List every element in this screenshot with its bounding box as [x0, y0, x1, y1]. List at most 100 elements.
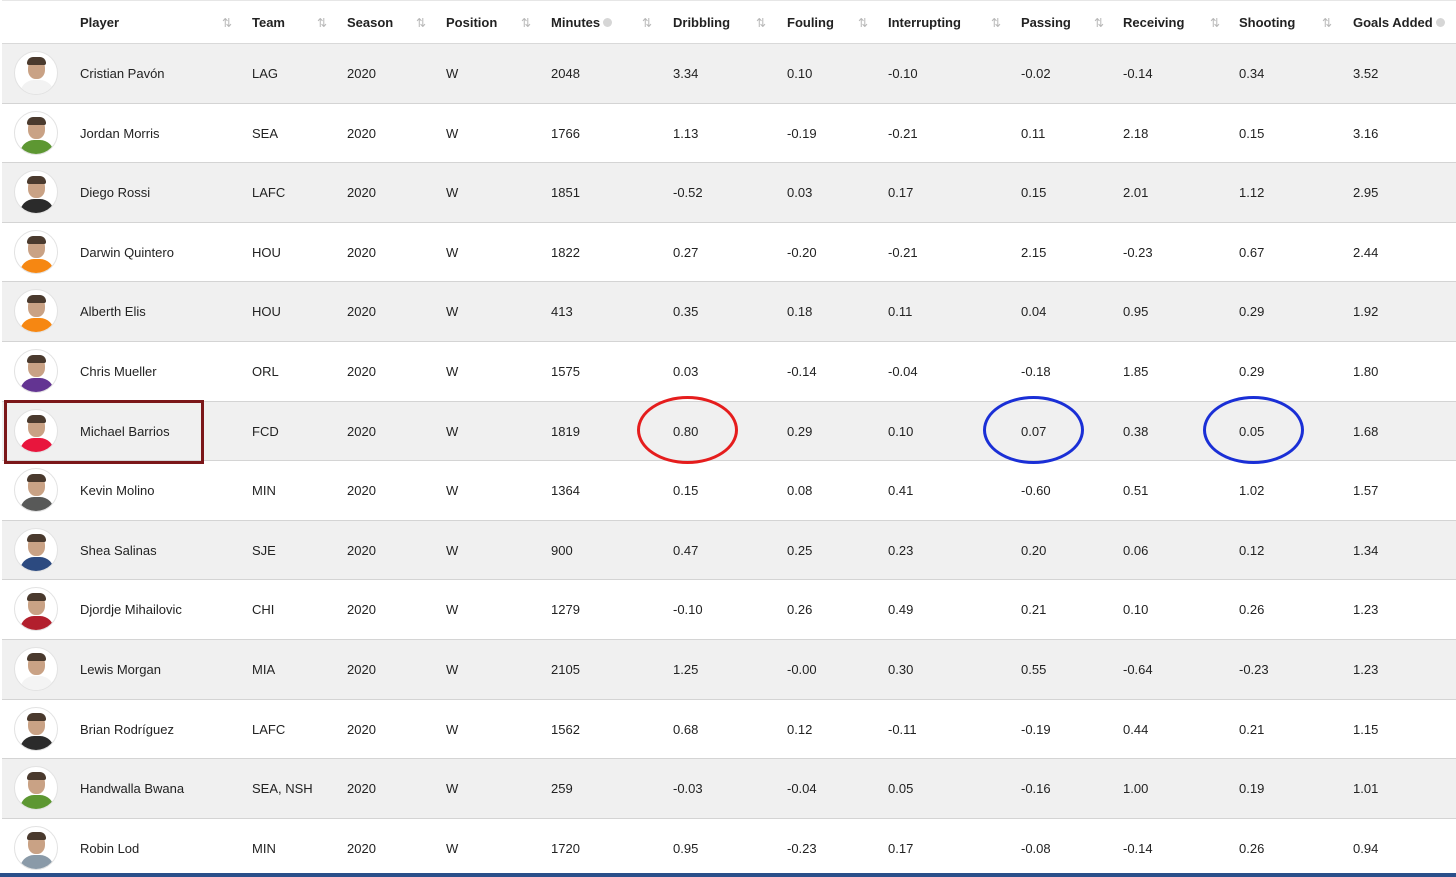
red-circle-dribbling — [637, 396, 738, 464]
player-avatar — [14, 766, 58, 811]
sort-icon[interactable]: ⇅ — [416, 1, 426, 45]
sort-icon[interactable]: ⇅ — [521, 1, 531, 45]
sort-icon[interactable]: ⇅ — [991, 1, 1001, 45]
cell-team: LAFC — [252, 721, 286, 737]
cell-player[interactable]: Alberth Elis — [80, 282, 146, 341]
cell-player[interactable]: Lewis Morgan — [80, 640, 161, 699]
cell-passing: 0.55 — [1021, 662, 1047, 677]
column-header-label: Goals Added — [1353, 15, 1433, 30]
cell-interrupting: -0.04 — [888, 364, 918, 379]
table-row[interactable]: Jordan Morris SEA 2020 W 1766 1.13 -0.19 -0.21 0… — [2, 104, 1456, 164]
column-header-interrupting[interactable]: Interrupting — [888, 1, 961, 45]
cell-interrupting: 0.17 — [888, 840, 914, 856]
sort-icon[interactable]: ⇅ — [222, 1, 232, 45]
column-header-shooting[interactable]: Shooting — [1239, 1, 1295, 45]
cell-position: W — [446, 304, 459, 320]
cell-minutes: 1364 — [551, 483, 580, 499]
sort-icon[interactable]: ⇅ — [1322, 1, 1332, 45]
sort-icon[interactable]: ⇅ — [317, 1, 327, 45]
table-row[interactable]: Robin Lod MIN 2020 W 1720 0.95 -0.23 0.17 -0.08 -… — [2, 819, 1456, 877]
table-row[interactable]: Cristian Pavón LAG 2020 W 2048 3.34 0.10 -0.10 -… — [2, 44, 1456, 104]
column-header-minutes[interactable]: Minutes — [551, 1, 613, 45]
column-header-season[interactable]: Season — [347, 1, 393, 45]
cell-passing: -0.19 — [1021, 721, 1051, 737]
cell-goals-added: 2.95 — [1353, 185, 1379, 201]
column-header-label: Dribbling — [673, 15, 731, 30]
cell-receiving: -0.14 — [1123, 840, 1153, 856]
cell-interrupting: 0.30 — [888, 662, 914, 677]
sort-icon[interactable]: ⇅ — [756, 1, 766, 45]
player-stats-table: Player ⇅ Team ⇅ Season ⇅ Position ⇅ Minutes ⇅ Drib… — [2, 0, 1456, 870]
table-row[interactable]: Handwalla Bwana SEA, NSH 2020 W 259 -0.03 -0.0… — [2, 759, 1456, 819]
cell-passing: -0.16 — [1021, 781, 1051, 797]
cell-player[interactable]: Kevin Molino — [80, 461, 154, 520]
table-row[interactable]: Diego Rossi LAFC 2020 W 1851 -0.52 0.03 0.17 0.1… — [2, 163, 1456, 223]
table-row[interactable]: Shea Salinas SJE 2020 W 900 0.47 0.25 0.23 0.20 0… — [2, 520, 1456, 581]
cell-dribbling: 0.03 — [673, 364, 699, 379]
cell-player[interactable]: Robin Lod — [80, 819, 139, 877]
info-icon[interactable] — [1435, 18, 1445, 27]
info-icon[interactable] — [603, 18, 613, 27]
cell-shooting: 1.02 — [1239, 483, 1265, 499]
table-row[interactable]: Djordje Mihailovic CHI 2020 W 1279 -0.10 0.26 0… — [2, 580, 1456, 640]
cell-player[interactable]: Shea Salinas — [80, 521, 157, 580]
cell-interrupting: 0.23 — [888, 542, 914, 558]
cell-player[interactable]: Djordje Mihailovic — [80, 580, 182, 639]
cell-player[interactable]: Darwin Quintero — [80, 223, 174, 282]
cell-player[interactable]: Handwalla Bwana — [80, 759, 184, 818]
cell-position: W — [446, 364, 459, 379]
cell-player[interactable]: Jordan Morris — [80, 104, 159, 163]
cell-shooting: 0.26 — [1239, 840, 1265, 856]
player-avatar — [14, 110, 58, 155]
cell-goals-added: 1.57 — [1353, 483, 1379, 499]
cell-position: W — [446, 602, 459, 618]
cell-goals-added: 0.94 — [1353, 840, 1379, 856]
column-header-label: Minutes — [551, 15, 601, 30]
cell-minutes: 2105 — [551, 662, 580, 677]
table-row[interactable]: Chris Mueller ORL 2020 W 1575 0.03 -0.14 -0.04 -… — [2, 342, 1456, 402]
table-row[interactable]: Kevin Molino MIN 2020 W 1364 0.15 0.08 0.41 -0.6… — [2, 461, 1456, 521]
column-header-passing[interactable]: Passing — [1021, 1, 1071, 45]
cell-fouling: 0.03 — [787, 185, 813, 201]
table-row[interactable]: Brian Rodríguez LAFC 2020 W 1562 0.68 0.12 -0.1… — [2, 700, 1456, 760]
player-avatar — [14, 289, 58, 334]
cell-goals-added: 1.01 — [1353, 781, 1379, 797]
cell-position: W — [446, 840, 459, 856]
column-header-receiving[interactable]: Receiving — [1123, 1, 1184, 45]
column-header-fouling[interactable]: Fouling — [787, 1, 834, 45]
column-header-label: Season — [347, 15, 394, 30]
cell-goals-added: 1.68 — [1353, 423, 1379, 439]
cell-dribbling: -0.52 — [673, 185, 703, 201]
table-row[interactable]: Alberth Elis HOU 2020 W 413 0.35 0.18 0.11 0.04 0… — [2, 282, 1456, 342]
cell-fouling: 0.12 — [787, 721, 813, 737]
column-header-dribbling[interactable]: Dribbling — [673, 1, 730, 45]
player-avatar — [14, 527, 58, 572]
column-header-position[interactable]: Position — [446, 1, 497, 45]
cell-season: 2020 — [347, 244, 376, 260]
column-header-player[interactable]: Player — [80, 1, 119, 45]
cell-season: 2020 — [347, 483, 376, 499]
cell-passing: -0.08 — [1021, 840, 1051, 856]
cell-player[interactable]: Diego Rossi — [80, 163, 150, 222]
sort-icon[interactable]: ⇅ — [858, 1, 868, 45]
cell-dribbling: 1.13 — [673, 125, 699, 141]
cell-fouling: -0.19 — [787, 125, 817, 141]
column-header-goals-added[interactable]: Goals Added — [1353, 1, 1445, 45]
cell-goals-added: 1.15 — [1353, 721, 1379, 737]
table-row[interactable]: Lewis Morgan MIA 2020 W 2105 1.25 -0.00 0.30 0.5… — [2, 640, 1456, 700]
sort-icon[interactable]: ⇅ — [642, 1, 652, 45]
table-row[interactable]: Darwin Quintero HOU 2020 W 1822 0.27 -0.20 -0.2… — [2, 223, 1456, 283]
cell-interrupting: -0.10 — [888, 66, 918, 81]
cell-goals-added: 1.23 — [1353, 602, 1379, 618]
cell-player[interactable]: Cristian Pavón — [80, 44, 165, 103]
cell-player[interactable]: Brian Rodríguez — [80, 700, 174, 759]
sort-icon[interactable]: ⇅ — [1094, 1, 1104, 45]
sort-icon[interactable]: ⇅ — [1210, 1, 1220, 45]
cell-player[interactable]: Chris Mueller — [80, 342, 157, 401]
column-header-team[interactable]: Team — [252, 1, 285, 45]
player-avatar — [14, 647, 58, 691]
cell-shooting: 1.12 — [1239, 185, 1265, 201]
cell-minutes: 1279 — [551, 602, 580, 618]
cell-passing: 0.20 — [1021, 542, 1047, 558]
column-header-label: Team — [252, 15, 285, 30]
